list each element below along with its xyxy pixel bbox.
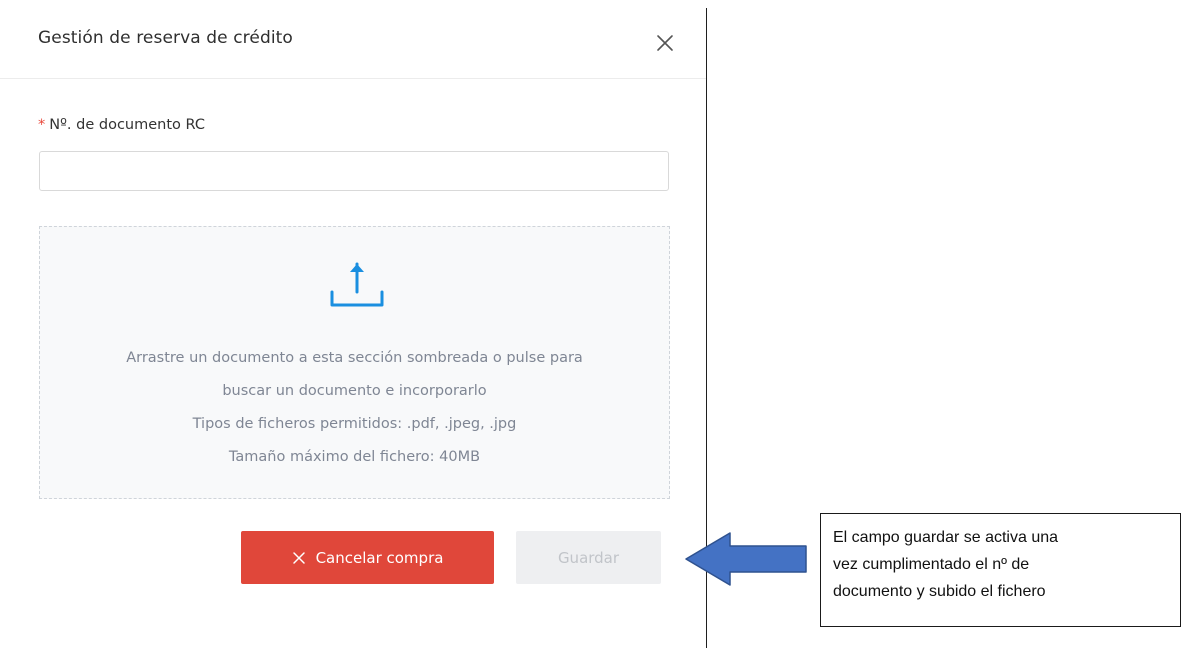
cancel-purchase-label: Cancelar compra bbox=[315, 548, 444, 567]
save-button[interactable]: Guardar bbox=[516, 531, 661, 584]
dropzone-instruction-line2: buscar un documento e incorporarlo bbox=[222, 383, 487, 399]
required-mark: * bbox=[38, 117, 46, 133]
close-icon bbox=[657, 35, 673, 51]
upload-icon bbox=[330, 262, 384, 307]
file-dropzone[interactable]: Arrastre un documento a esta sección som… bbox=[39, 226, 670, 499]
doc-number-label: * Nº. de documento RC bbox=[38, 117, 205, 133]
reserva-credito-modal: Gestión de reserva de crédito * Nº. de do… bbox=[0, 0, 706, 648]
cancel-purchase-button[interactable]: Cancelar compra bbox=[241, 531, 494, 584]
close-icon bbox=[292, 551, 305, 564]
doc-number-label-text: Nº. de documento RC bbox=[49, 117, 205, 133]
dropzone-instruction-line1: Arrastre un documento a esta sección som… bbox=[126, 350, 583, 366]
close-button[interactable] bbox=[652, 30, 678, 56]
dropzone-max-size: Tamaño máximo del fichero: 40MB bbox=[228, 449, 481, 465]
annotation-callout: El campo guardar se activa una vez cumpl… bbox=[820, 513, 1181, 627]
pointer-arrow-icon bbox=[685, 532, 807, 586]
dropzone-file-types: Tipos de ficheros permitidos: .pdf, .jpe… bbox=[192, 416, 517, 432]
modal-header: Gestión de reserva de crédito bbox=[0, 0, 706, 79]
modal-title: Gestión de reserva de crédito bbox=[38, 28, 293, 48]
doc-number-input[interactable] bbox=[39, 151, 669, 191]
annotation-line3: documento y subido el fichero bbox=[833, 583, 1046, 600]
annotation-line1: El campo guardar se activa una bbox=[833, 529, 1059, 546]
annotation-line2: vez cumplimentado el nº de bbox=[833, 556, 1030, 573]
